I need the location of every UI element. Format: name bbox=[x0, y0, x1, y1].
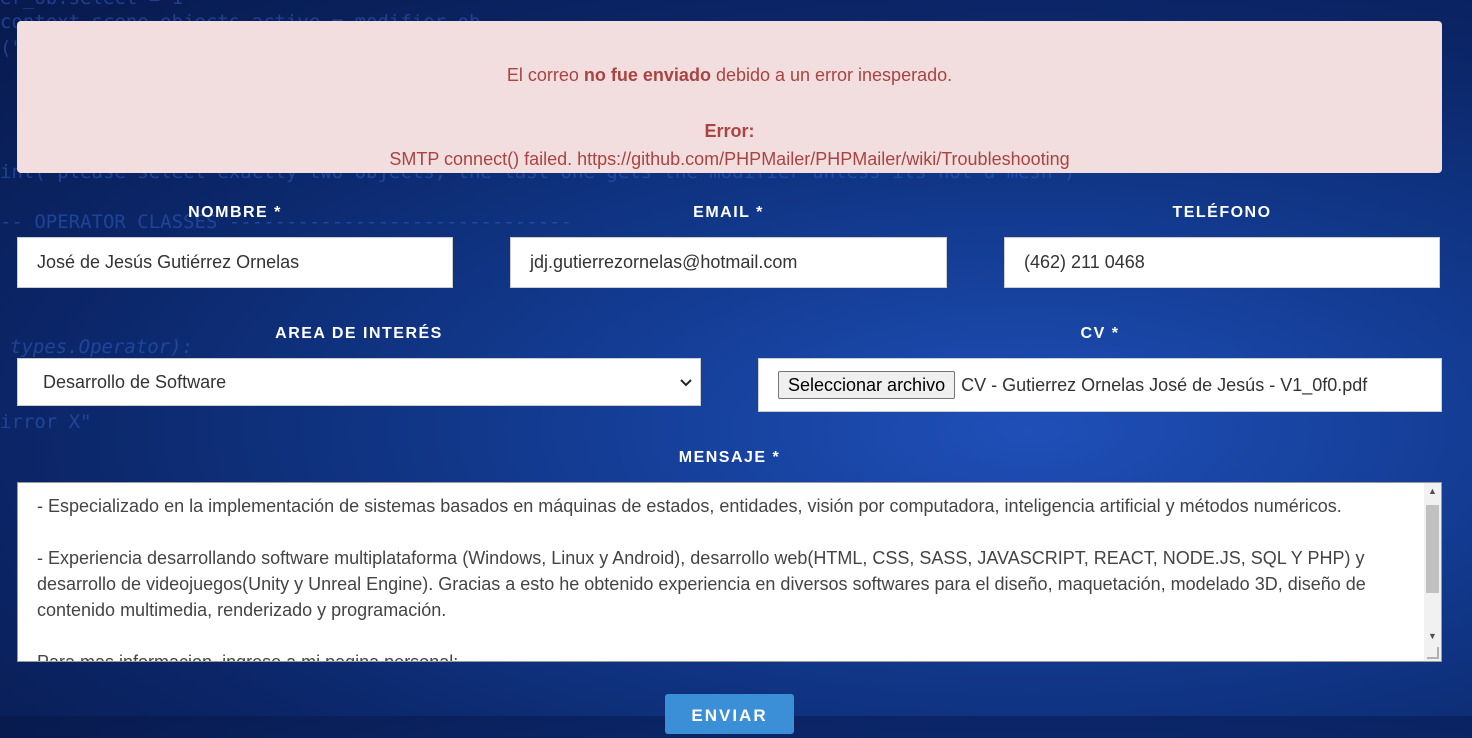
nombre-label: NOMBRE * bbox=[188, 204, 282, 221]
alert-error-message: SMTP connect() failed. https://github.co… bbox=[389, 149, 1070, 169]
chevron-down-icon bbox=[680, 374, 692, 390]
area-select[interactable]: Desarrollo de Software bbox=[17, 358, 701, 406]
mensaje-textarea[interactable]: - Especializado en la implementación de … bbox=[17, 482, 1442, 662]
error-alert: El correo no fue enviado debido a un err… bbox=[17, 21, 1442, 173]
textarea-scrollbar[interactable]: ▲ ▼ bbox=[1424, 483, 1441, 661]
scrollbar-thumb[interactable] bbox=[1426, 505, 1439, 593]
area-select-value: Desarrollo de Software bbox=[43, 371, 227, 392]
area-label: AREA DE INTERÉS bbox=[275, 325, 443, 342]
alert-error-label: Error: bbox=[704, 121, 755, 141]
nombre-input[interactable]: José de Jesús Gutiérrez Ornelas bbox=[17, 237, 453, 288]
email-input[interactable]: jdj.gutierrezornelas@hotmail.com bbox=[510, 237, 947, 288]
scroll-up-icon[interactable]: ▲ bbox=[1424, 486, 1441, 496]
cv-label: CV * bbox=[1080, 325, 1120, 342]
bg-code-line: er_ob.select = 1 bbox=[0, 0, 183, 11]
bg-code-line: irror X" bbox=[0, 411, 92, 433]
mensaje-text: - Especializado en la implementación de … bbox=[37, 496, 1366, 662]
select-file-button[interactable]: Seleccionar archivo bbox=[778, 371, 956, 399]
telefono-input[interactable]: (462) 211 0468 bbox=[1004, 237, 1440, 288]
email-label: EMAIL * bbox=[693, 204, 764, 221]
alert-message: El correo no fue enviado debido a un err… bbox=[506, 65, 953, 85]
resize-handle-icon[interactable] bbox=[1427, 647, 1439, 659]
cv-filename: CV - Gutierrez Ornelas José de Jesús - V… bbox=[961, 374, 1368, 395]
mensaje-label: MENSAJE * bbox=[678, 449, 781, 466]
scroll-down-icon[interactable]: ▼ bbox=[1424, 631, 1441, 641]
alert-emphasis: no fue enviado bbox=[583, 65, 711, 85]
cv-file-input[interactable]: Seleccionar archivo CV - Gutierrez Ornel… bbox=[758, 358, 1442, 412]
telefono-label: TELÉFONO bbox=[1172, 204, 1272, 221]
submit-button[interactable]: ENVIAR bbox=[665, 694, 794, 734]
